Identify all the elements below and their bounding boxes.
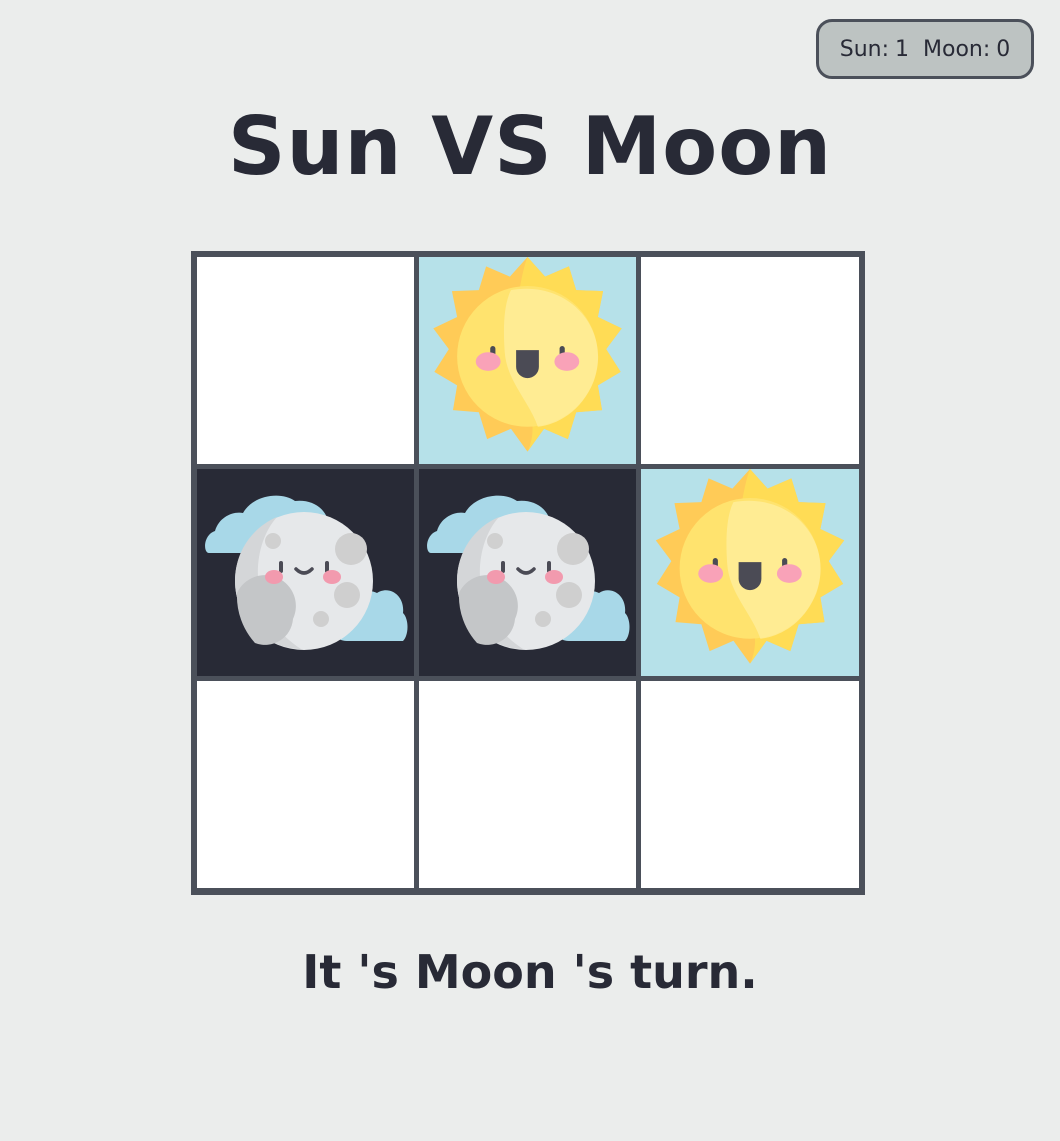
sun-score: Sun: 1 <box>840 37 909 62</box>
moon-score-label: Moon: <box>923 36 991 62</box>
turn-status: It 's Moon 's turn. <box>302 945 758 999</box>
scoreboard: Sun: 1 Moon: 0 <box>816 19 1034 79</box>
moon-score-value: 0 <box>996 36 1011 62</box>
board-cell-9[interactable] <box>641 681 859 888</box>
board-cell-8[interactable] <box>419 681 636 888</box>
game-title: Sun VS Moon <box>227 100 833 193</box>
sun-score-label: Sun: <box>839 36 889 62</box>
board-cell-4[interactable] <box>197 469 414 676</box>
sun-score-value: 1 <box>895 36 909 62</box>
board-cell-7[interactable] <box>197 681 414 888</box>
board-cell-6[interactable] <box>641 469 859 676</box>
game-board <box>191 251 865 895</box>
moon-score: Moon: 0 <box>923 37 1010 62</box>
board-cell-1[interactable] <box>197 257 414 464</box>
board-cell-3[interactable] <box>641 257 859 464</box>
board-cell-5[interactable] <box>419 469 636 676</box>
board-cell-2[interactable] <box>419 257 636 464</box>
